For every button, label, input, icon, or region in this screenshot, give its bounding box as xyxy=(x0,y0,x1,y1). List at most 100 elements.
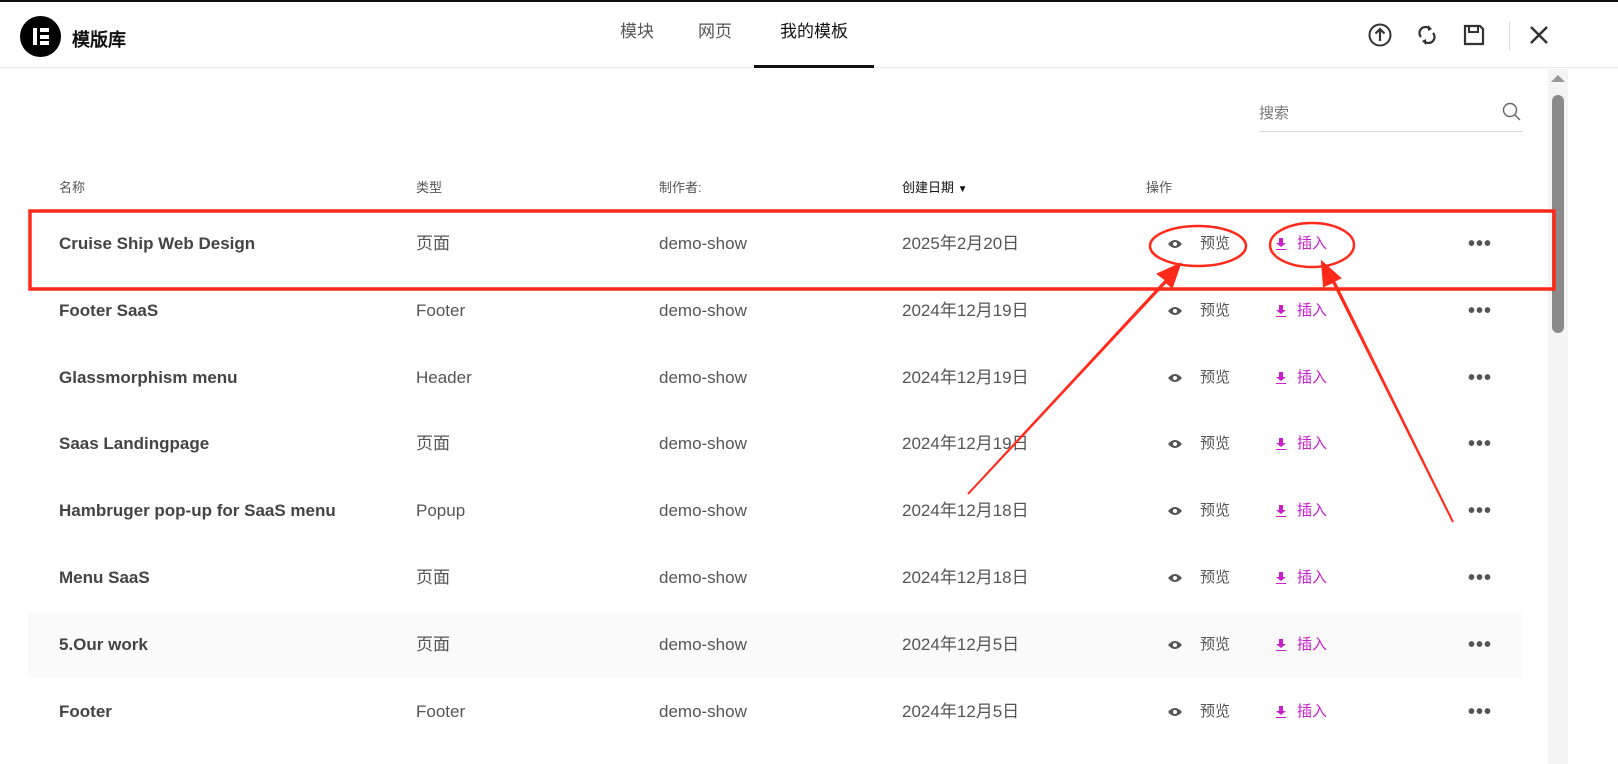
preview-label: 预览 xyxy=(1200,235,1231,252)
template-author: demo-show xyxy=(659,234,747,253)
template-author: demo-show xyxy=(659,367,747,387)
insert-button[interactable]: 插入 xyxy=(1275,679,1327,745)
template-name: Saas Landingpage xyxy=(59,434,210,454)
search-input[interactable] xyxy=(1259,98,1479,128)
column-date-label: 创建日期 xyxy=(902,180,955,195)
table-row: Menu SaaS 页面 demo-show 2024年12月18日 预览 插入… xyxy=(28,545,1522,611)
eye-icon xyxy=(1168,574,1182,582)
preview-button[interactable]: 预览 xyxy=(1168,545,1230,611)
template-type: Footer xyxy=(416,300,466,320)
more-options-button[interactable]: ••• xyxy=(1468,612,1492,678)
template-date: 2024年12月18日 xyxy=(902,501,1029,521)
template-name: Menu SaaS xyxy=(59,568,150,587)
column-author[interactable]: 制作者: xyxy=(659,177,702,196)
template-date: 2025年2月20日 xyxy=(902,234,1020,253)
template-date: 2024年12月18日 xyxy=(902,568,1029,587)
preview-label: 预览 xyxy=(1200,569,1231,586)
insert-label: 插入 xyxy=(1297,502,1328,520)
more-options-button[interactable]: ••• xyxy=(1468,345,1492,411)
insert-label: 插入 xyxy=(1297,635,1328,653)
header-divider xyxy=(1509,22,1510,50)
download-icon xyxy=(1276,572,1286,584)
download-icon xyxy=(1276,238,1286,250)
more-options-button[interactable]: ••• xyxy=(1468,478,1492,544)
scrollbar[interactable] xyxy=(1548,69,1568,764)
insert-button[interactable]: 插入 xyxy=(1275,612,1327,678)
search-field[interactable] xyxy=(1259,98,1522,132)
eye-icon xyxy=(1168,707,1182,716)
table-row: Saas Landingpage 页面 demo-show 2024年12月19… xyxy=(28,411,1522,477)
template-author: demo-show xyxy=(659,300,747,320)
column-type[interactable]: 类型 xyxy=(416,177,442,196)
preview-button[interactable]: 预览 xyxy=(1168,278,1230,344)
preview-button[interactable]: 预览 xyxy=(1168,211,1230,277)
tabs: 模块 网页 我的模板 xyxy=(598,2,874,68)
more-options-button[interactable]: ••• xyxy=(1468,545,1492,611)
close-icon[interactable] xyxy=(1526,22,1552,48)
insert-label: 插入 xyxy=(1297,235,1328,252)
eye-icon xyxy=(1168,640,1182,649)
elementor-logo-icon xyxy=(20,16,61,57)
eye-icon xyxy=(1168,306,1182,315)
more-options-button[interactable]: ••• xyxy=(1468,211,1492,277)
tab-pages[interactable]: 网页 xyxy=(676,2,754,68)
preview-button[interactable]: 预览 xyxy=(1168,345,1230,411)
template-author: demo-show xyxy=(659,634,747,654)
library-title: 模版库 xyxy=(72,30,126,50)
upload-icon[interactable] xyxy=(1367,22,1393,48)
insert-button[interactable]: 插入 xyxy=(1275,278,1327,344)
insert-button[interactable]: 插入 xyxy=(1275,345,1327,411)
template-name: 5.Our work xyxy=(59,634,148,654)
template-type: Header xyxy=(416,367,472,387)
save-icon[interactable] xyxy=(1461,22,1487,48)
insert-button[interactable]: 插入 xyxy=(1275,545,1327,611)
more-options-button[interactable]: ••• xyxy=(1468,679,1492,745)
template-type: 页面 xyxy=(416,434,450,454)
preview-button[interactable]: 预览 xyxy=(1168,478,1230,544)
scrollbar-thumb[interactable] xyxy=(1552,95,1564,333)
tab-blocks[interactable]: 模块 xyxy=(598,2,676,68)
preview-label: 预览 xyxy=(1200,368,1231,386)
tab-my-templates[interactable]: 我的模板 xyxy=(754,2,874,68)
insert-button[interactable]: 插入 xyxy=(1275,411,1327,477)
template-author: demo-show xyxy=(659,568,747,587)
preview-label: 预览 xyxy=(1200,502,1231,520)
column-actions: 操作 xyxy=(1146,180,1173,195)
template-author: demo-show xyxy=(659,501,747,521)
eye-icon xyxy=(1168,440,1182,449)
download-icon xyxy=(1276,638,1286,651)
table-row: Footer SaaS Footer demo-show 2024年12月19日… xyxy=(28,278,1522,344)
column-date[interactable]: 创建日期 ▼ xyxy=(902,177,968,196)
scroll-up-icon[interactable] xyxy=(1551,75,1565,82)
template-date: 2024年12月19日 xyxy=(902,300,1029,320)
preview-button[interactable]: 预览 xyxy=(1168,679,1230,745)
download-icon xyxy=(1276,304,1286,317)
download-icon xyxy=(1276,705,1286,718)
table-row: Footer Footer demo-show 2024年12月5日 预览 插入… xyxy=(28,679,1522,745)
search-icon[interactable] xyxy=(1502,102,1522,122)
download-icon xyxy=(1276,371,1286,384)
insert-button[interactable]: 插入 xyxy=(1275,478,1327,544)
table-row: 5.Our work 页面 demo-show 2024年12月5日 预览 插入… xyxy=(28,611,1522,678)
template-type: 页面 xyxy=(416,634,450,654)
table-row: Cruise Ship Web Design 页面 demo-show 2025… xyxy=(28,211,1522,277)
more-options-button[interactable]: ••• xyxy=(1468,411,1492,477)
template-type: 页面 xyxy=(416,568,450,587)
template-type: Popup xyxy=(416,501,466,521)
more-options-button[interactable]: ••• xyxy=(1468,278,1492,344)
table-row: Glassmorphism menu Header demo-show 2024… xyxy=(28,345,1522,411)
preview-button[interactable]: 预览 xyxy=(1168,612,1230,678)
insert-label: 插入 xyxy=(1297,301,1328,319)
preview-button[interactable]: 预览 xyxy=(1168,411,1230,477)
template-author: demo-show xyxy=(659,701,747,721)
column-name[interactable]: 名称 xyxy=(59,177,85,196)
template-name: Hambruger pop-up for SaaS menu xyxy=(59,501,336,521)
table-row: Hambruger pop-up for SaaS menu Popup dem… xyxy=(28,478,1522,544)
eye-icon xyxy=(1168,240,1182,248)
insert-label: 插入 xyxy=(1297,368,1328,386)
sort-caret-icon: ▼ xyxy=(957,184,968,195)
insert-button[interactable]: 插入 xyxy=(1275,211,1327,277)
sync-icon[interactable] xyxy=(1414,22,1440,48)
template-name: Footer xyxy=(59,701,112,721)
insert-label: 插入 xyxy=(1297,702,1328,720)
